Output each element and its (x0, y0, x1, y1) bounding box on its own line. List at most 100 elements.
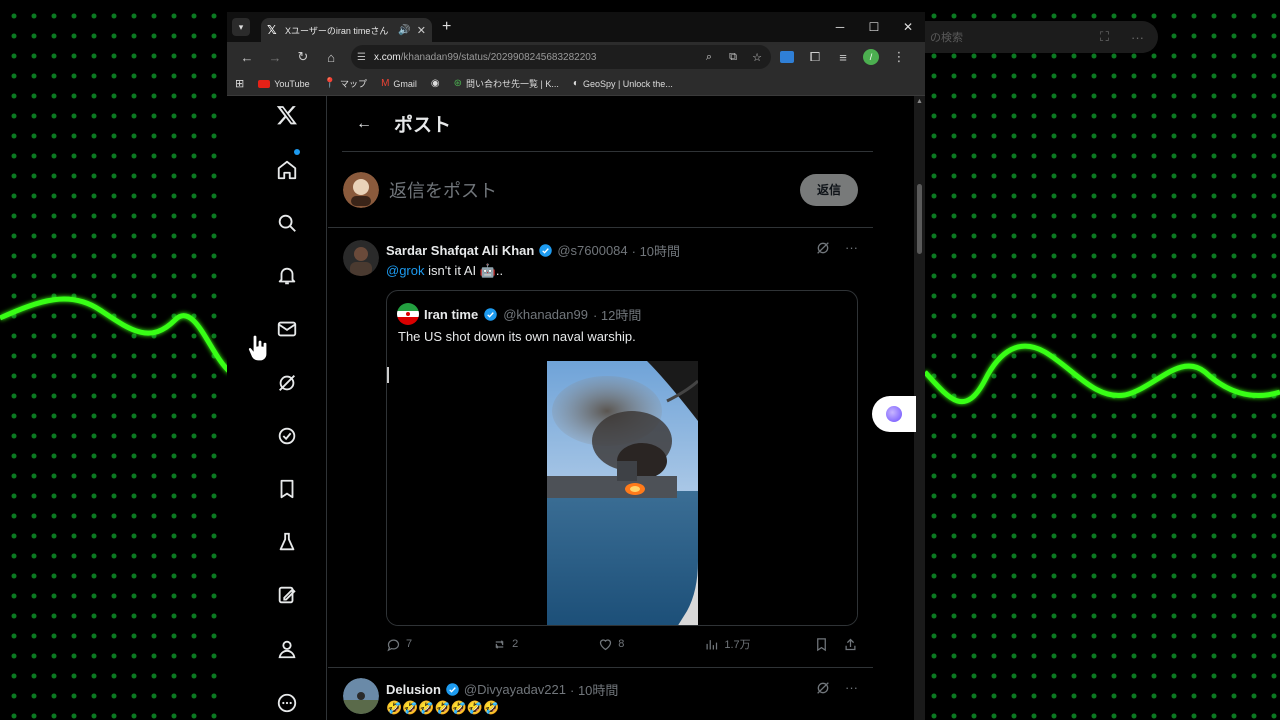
gmail-icon: M (381, 78, 390, 89)
next-verified-badge-icon (446, 683, 459, 696)
next-grok-explain-icon[interactable] (815, 680, 831, 696)
speaker-icon[interactable]: 🔊 (398, 25, 410, 36)
screenshot-icon: ⛶ (1099, 29, 1109, 44)
reload-button[interactable]: ↻ (291, 45, 315, 69)
floating-grok-button[interactable] (872, 396, 916, 432)
x-logo-icon[interactable] (274, 102, 300, 128)
more-options-icon[interactable] (274, 690, 300, 716)
quote-author-name[interactable]: Iran time (424, 307, 478, 322)
forward-button[interactable]: → (263, 45, 287, 69)
repost-icon (495, 639, 504, 649)
quote-verified-badge-icon (484, 307, 497, 321)
profile-icon[interactable] (274, 636, 300, 662)
reply-action[interactable]: 7 (386, 637, 412, 652)
views-action[interactable]: 1.7万 (704, 636, 751, 652)
extensions-puzzle-icon[interactable]: ⧠ (803, 45, 827, 69)
site-info-icon[interactable]: ☰ (357, 52, 366, 63)
post-author-avatar[interactable] (343, 240, 379, 276)
apps-grid-icon[interactable]: ⊞ (235, 77, 244, 90)
next-post-time[interactable]: · 10時間 (570, 680, 618, 699)
like-heart-icon (600, 638, 612, 650)
media-control-icon[interactable]: ≡ (831, 45, 855, 69)
new-tab-button[interactable]: + (442, 18, 451, 36)
tab-close-icon[interactable]: ✕ (417, 24, 426, 37)
bookmark-contact[interactable]: ⊛ 問い合わせ先一覧 | K... (454, 77, 559, 90)
delusion-avatar[interactable] (343, 678, 379, 714)
next-post-header: Delusion @Divyayadav221 · 10時間 (386, 680, 618, 699)
url-path: /khanadan99/status/2029908245683282203 (400, 51, 597, 63)
x-page: ← ポスト 返信をポスト 返信 Sardar Shafqat Ali Khan … (227, 96, 925, 720)
bookmark-globe[interactable]: ◉ (431, 78, 440, 89)
engagement-bar: 7 2 8 1.7万 (386, 636, 858, 652)
jobs-flask-icon[interactable] (274, 529, 300, 555)
scroll-up-arrow-icon[interactable]: ▲ (916, 98, 923, 105)
grok-icon[interactable] (274, 370, 300, 396)
quote-time[interactable]: · 12時間 (593, 305, 641, 324)
active-tab[interactable]: 𝕏 Xユーザーのiran timeさん「The 🔊 ✕ (261, 18, 432, 42)
search-icon[interactable] (274, 210, 300, 236)
warship-video-frame[interactable] (547, 361, 698, 626)
bookmarks-icon[interactable] (274, 476, 300, 502)
reply-count: 7 (406, 638, 413, 650)
reply-button[interactable]: 返信 (800, 173, 858, 206)
back-button[interactable]: ← (235, 45, 259, 69)
home-button[interactable]: ⌂ (319, 45, 343, 69)
verified-orgs-icon[interactable] (274, 423, 300, 449)
user-avatar[interactable] (343, 171, 379, 208)
extension-icon[interactable] (775, 45, 799, 69)
browser-toolbar: ← → ↻ ⌂ ☰ x.com/khanadan99/status/202990… (227, 42, 925, 72)
author-name[interactable]: Sardar Shafqat Ali Khan (386, 243, 534, 258)
verified-badge-icon (539, 244, 553, 257)
views-count: 1.7万 (724, 639, 751, 651)
grok-explain-icon[interactable] (815, 240, 831, 256)
grok-orb-icon (886, 406, 902, 422)
next-author-handle[interactable]: @Divyayadav221 (464, 682, 566, 697)
compose-icon[interactable] (274, 582, 300, 608)
bookmark-geospy[interactable]: ◐ GeoSpy | Unlock the... (573, 78, 673, 89)
maximize-button[interactable]: ☐ (857, 12, 891, 42)
browser-menu-icon[interactable]: ⋮ (887, 45, 911, 69)
bookmark-youtube[interactable]: YouTube (258, 79, 310, 89)
reply-post[interactable]: Sardar Shafqat Ali Khan @s7600084 · 10時間… (328, 228, 873, 668)
install-app-icon[interactable]: ⧉ (725, 51, 741, 64)
x-favicon-icon: 𝕏 (267, 23, 277, 37)
next-post-more-icon[interactable]: ··· (845, 680, 858, 696)
quote-text: The US shot down its own naval warship. (398, 329, 636, 344)
scrollbar-thumb[interactable] (917, 184, 922, 254)
next-author-name[interactable]: Delusion (386, 682, 441, 697)
url-text[interactable]: x.com/khanadan99/status/2029908245683282… (374, 52, 693, 63)
bookmark-star-icon[interactable]: ☆ (749, 51, 765, 64)
notifications-bell-icon[interactable] (274, 263, 300, 289)
main-column: ← ポスト 返信をポスト 返信 Sardar Shafqat Ali Khan … (328, 96, 873, 720)
bookmark-action-icon[interactable] (814, 637, 829, 652)
mention-link[interactable]: @grok (386, 263, 425, 278)
window-controls: ─ ☐ ✕ (823, 12, 925, 42)
bookmark-maps[interactable]: 📍 マップ (324, 77, 367, 90)
reply-input[interactable]: 返信をポスト (389, 177, 800, 203)
views-chart-icon (706, 639, 718, 649)
page-title: ポスト (394, 115, 452, 136)
zoom-icon[interactable]: ⌕ (701, 51, 717, 64)
repost-action[interactable]: 2 (492, 637, 518, 652)
bookmark-gmail[interactable]: M Gmail (381, 78, 417, 89)
post-more-icon[interactable]: ··· (845, 240, 858, 256)
post-time[interactable]: · 10時間 (632, 241, 680, 260)
next-post-text: 🤣🤣🤣🤣🤣🤣🤣 (386, 700, 500, 715)
page-header: ← ポスト (342, 96, 873, 152)
back-arrow-icon[interactable]: ← (356, 115, 372, 133)
messages-icon[interactable] (274, 316, 300, 342)
share-icon[interactable] (843, 637, 858, 652)
author-handle[interactable]: @s7600084 (557, 243, 627, 258)
address-bar[interactable]: ☰ x.com/khanadan99/status/20299082456832… (351, 45, 771, 69)
next-post[interactable]: Delusion @Divyayadav221 · 10時間 ··· 🤣🤣🤣🤣🤣… (328, 668, 873, 720)
quoted-post[interactable]: Iran time @khanadan99 · 12時間 The US shot… (386, 290, 858, 626)
home-icon[interactable] (274, 157, 300, 183)
minimize-button[interactable]: ─ (823, 12, 857, 42)
close-window-button[interactable]: ✕ (891, 12, 925, 42)
quote-author-handle[interactable]: @khanadan99 (503, 307, 588, 322)
like-action[interactable]: 8 (598, 637, 624, 652)
tab-search-button[interactable]: ▾ (232, 18, 250, 36)
like-count: 8 (618, 638, 625, 650)
quote-video-player[interactable] (387, 361, 857, 626)
profile-avatar[interactable]: / (859, 45, 883, 69)
